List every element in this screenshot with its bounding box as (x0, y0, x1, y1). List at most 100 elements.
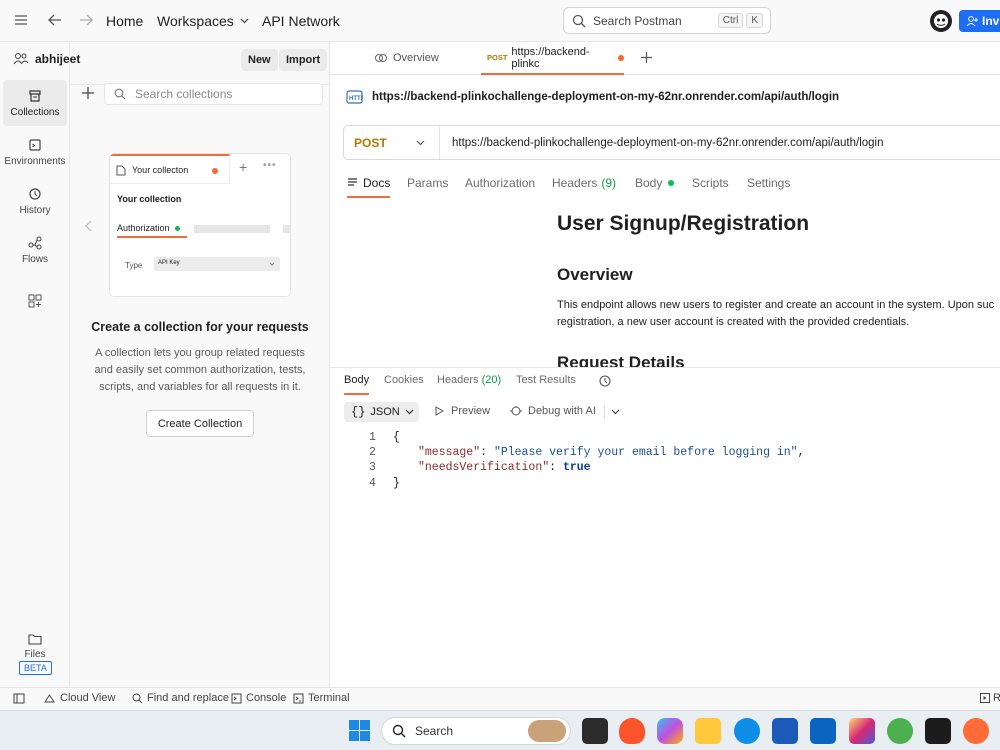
rail-item-collections[interactable]: Collections (3, 80, 67, 126)
import-button[interactable]: Import (279, 49, 328, 71)
json-colon: : (549, 461, 563, 474)
os-taskbar: Search (0, 710, 1000, 750)
brave-browser-icon[interactable] (619, 718, 645, 744)
file-explorer-icon[interactable] (695, 718, 721, 744)
preview-button[interactable]: Preview (435, 405, 490, 417)
tab-docs[interactable]: Docs (347, 176, 391, 198)
response-tab-test-results[interactable]: Test Results (516, 374, 576, 386)
collections-icon (29, 89, 41, 102)
new-tab-icon[interactable] (640, 51, 653, 64)
shortcut-ctrl: Ctrl (717, 13, 744, 28)
response-tab-cookies[interactable]: Cookies (384, 374, 424, 386)
taskbar-search[interactable]: Search (381, 717, 571, 745)
tab-headers[interactable]: Headers (9) (552, 176, 616, 190)
tab-authorization[interactable]: Authorization (465, 176, 535, 190)
store-icon[interactable] (772, 718, 798, 744)
docs-heading: User Signup/Registration (557, 212, 810, 235)
plus-icon: + (239, 159, 248, 175)
tab-params[interactable]: Params (407, 176, 448, 190)
forward-arrow-icon[interactable] (79, 14, 93, 26)
braces-icon: {} (351, 405, 366, 419)
task-view-icon[interactable] (582, 718, 608, 744)
rail-item-environments[interactable]: Environments (3, 129, 67, 175)
nav-home[interactable]: Home (106, 13, 143, 29)
search-icon (392, 724, 406, 738)
format-select[interactable]: {} JSON (344, 402, 419, 422)
chevron-down-icon[interactable] (611, 409, 620, 415)
request-title[interactable]: https://backend-plinkochallenge-deployme… (372, 91, 839, 103)
invite-button[interactable]: Invit (959, 10, 1000, 32)
line-number: 4 (369, 477, 376, 490)
tab-scripts[interactable]: Scripts (692, 176, 729, 190)
placeholder-bar (194, 225, 270, 233)
response-tab-headers[interactable]: Headers (20) (437, 374, 501, 386)
nav-workspaces[interactable]: Workspaces (157, 13, 249, 29)
rail-label-collections: Collections (10, 106, 60, 118)
json-colon: : (480, 446, 494, 459)
tab-overview[interactable]: Overview (374, 52, 439, 64)
workspace-header[interactable]: abhijeet (13, 52, 80, 66)
cloud-view-button[interactable]: Cloud View (44, 692, 115, 704)
docs-panel: User Signup/Registration Overview This e… (330, 200, 1000, 367)
console-button[interactable]: Console (231, 692, 286, 704)
debug-ai-button[interactable]: Debug with AI (509, 405, 596, 417)
create-collection-button[interactable]: Create Collection (146, 410, 254, 437)
response-body-viewer[interactable]: 1 2 3 4 { "message": "Please verify your… (330, 430, 1000, 500)
shortcut-k: K (746, 13, 763, 28)
new-button[interactable]: New (241, 49, 278, 71)
add-widget-icon[interactable] (28, 294, 42, 308)
global-search[interactable]: Search Postman Ctrl K (563, 7, 771, 34)
url-input[interactable]: https://backend-plinkochallenge-deployme… (452, 137, 884, 149)
rail-label-files: Files (24, 648, 46, 660)
top-header: Home Workspaces API Network Search Postm… (0, 0, 1000, 42)
app-icon[interactable] (887, 718, 913, 744)
avatar[interactable] (930, 10, 952, 32)
console-icon (231, 693, 242, 703)
back-arrow-icon[interactable] (48, 14, 62, 26)
add-collection-icon[interactable] (81, 86, 95, 100)
postman-icon[interactable] (963, 718, 989, 744)
method-select[interactable]: POST (344, 126, 440, 159)
tab-active-request[interactable]: POST https://backend-plinkc (481, 42, 624, 75)
menu-icon[interactable] (14, 14, 28, 26)
copilot-icon[interactable] (657, 718, 683, 744)
tab-overview-label: Overview (393, 52, 439, 64)
http-icon: HTTP (346, 89, 363, 105)
preview-tab: Your collecton (110, 154, 230, 184)
response-tab-body[interactable]: Body (344, 374, 370, 395)
tab-headers-label: Headers (552, 176, 598, 190)
windows-start-icon[interactable] (349, 720, 370, 741)
code-line: "message": "Please verify your email bef… (418, 446, 805, 459)
divider (604, 405, 605, 419)
add-user-icon (966, 16, 978, 27)
chevron-down-icon (240, 18, 249, 24)
find-replace-button[interactable]: Find and replace (132, 692, 229, 704)
unsaved-dot (212, 168, 218, 174)
chevron-down-icon (269, 262, 275, 266)
rail-item-files[interactable]: Files (3, 628, 67, 664)
terminal-button[interactable]: Terminal (293, 692, 350, 704)
terminal-icon (293, 693, 304, 703)
code-brace: { (393, 431, 400, 444)
runner-button[interactable]: R (980, 692, 1000, 704)
nav-api-network[interactable]: API Network (262, 13, 340, 29)
chevron-down-icon (416, 140, 425, 145)
sidebar-toggle-icon[interactable] (13, 693, 25, 704)
tab-body[interactable]: Body (635, 176, 675, 190)
rail-item-flows[interactable]: Flows (3, 227, 67, 273)
outlook-icon[interactable] (810, 718, 836, 744)
terminal-app-icon[interactable] (925, 718, 951, 744)
line-number: 1 (369, 431, 376, 444)
history-icon[interactable] (598, 374, 612, 388)
tab-settings[interactable]: Settings (747, 176, 790, 190)
tab-body-label: Body (635, 176, 663, 190)
chevron-left-icon[interactable] (85, 220, 93, 232)
collections-search-input[interactable]: Search collections (104, 83, 323, 105)
tab-headers-count: (9) (601, 176, 617, 190)
status-dot (668, 180, 675, 186)
instagram-icon[interactable] (849, 718, 875, 744)
edge-browser-icon[interactable] (734, 718, 760, 744)
more-icon: ••• (263, 160, 277, 171)
rail-item-history[interactable]: History (3, 178, 67, 224)
placeholder-bar (283, 225, 290, 233)
